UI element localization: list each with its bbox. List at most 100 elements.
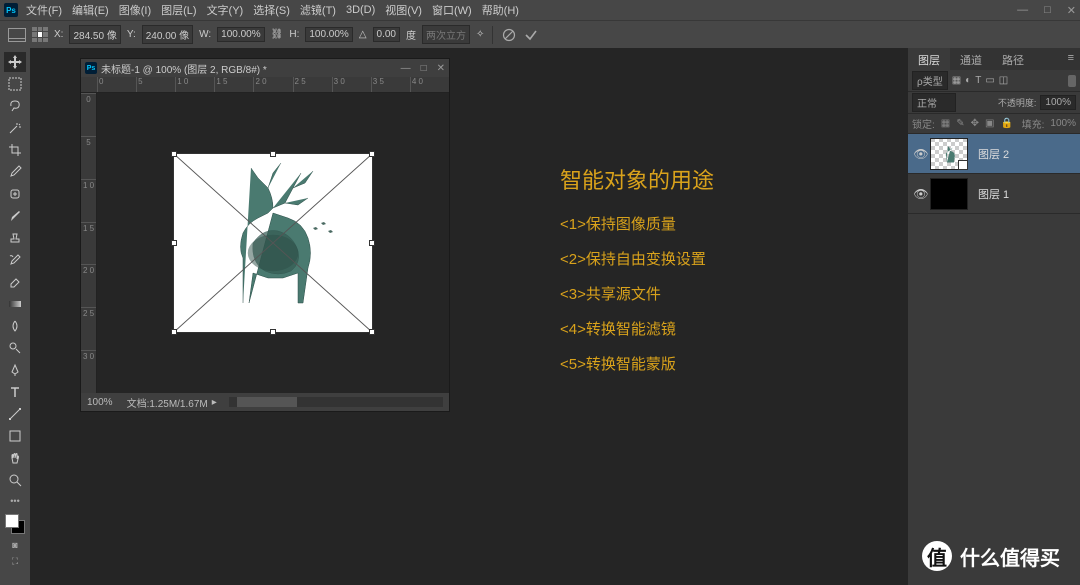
path-tool[interactable] (4, 404, 26, 424)
filter-smart-icon[interactable]: ◫ (999, 75, 1008, 86)
menu-3d[interactable]: 3D(D) (346, 4, 375, 16)
layer-thumbnail[interactable] (930, 138, 968, 170)
brush-tool[interactable] (4, 206, 26, 226)
menu-file[interactable]: 文件(F) (26, 2, 62, 18)
interpolation-select[interactable]: 两次立方 (422, 25, 470, 44)
layer-filter-select[interactable]: ρ类型 (912, 71, 948, 90)
y-input[interactable]: 240.00 像 (142, 25, 193, 44)
marquee-tool[interactable] (4, 74, 26, 94)
warp-icon[interactable]: ✧ (476, 29, 484, 40)
w-input[interactable]: 100.00% (217, 27, 264, 42)
panel-menu-icon[interactable]: ≡ (1062, 48, 1080, 70)
menu-help[interactable]: 帮助(H) (482, 2, 519, 18)
artwork-image[interactable] (173, 153, 373, 333)
filter-toggle[interactable] (1068, 75, 1076, 87)
move-tool[interactable] (4, 52, 26, 72)
menu-image[interactable]: 图像(I) (119, 2, 151, 18)
h-input[interactable]: 100.00% (305, 27, 352, 42)
document-titlebar[interactable]: Ps 未标题-1 @ 100% (图层 2, RGB/8#) * — □ ✕ (81, 59, 449, 77)
shape-tool[interactable] (4, 426, 26, 446)
tab-layers[interactable]: 图层 (908, 48, 950, 70)
menu-edit[interactable]: 编辑(E) (72, 2, 109, 18)
layer-row[interactable]: 👁 图层 2 (908, 134, 1080, 174)
horizontal-scrollbar[interactable] (229, 397, 443, 407)
lock-artboard-icon[interactable]: ▣ (985, 118, 994, 129)
tab-channels[interactable]: 通道 (950, 48, 992, 70)
visibility-icon[interactable]: 👁 (912, 147, 930, 161)
filter-type-icon[interactable]: T (975, 75, 981, 86)
options-bar: X: 284.50 像 Y: 240.00 像 W: 100.00% ⛓ H: … (0, 20, 1080, 48)
visibility-icon[interactable]: 👁 (912, 187, 930, 201)
color-swatches[interactable] (5, 514, 25, 534)
quick-mask-icon[interactable]: ◙ (12, 540, 17, 550)
window-maximize-icon[interactable]: □ (1044, 4, 1051, 17)
stamp-tool[interactable] (4, 228, 26, 248)
lasso-tool[interactable] (4, 96, 26, 116)
history-brush-tool[interactable] (4, 250, 26, 270)
x-input[interactable]: 284.50 像 (69, 25, 120, 44)
window-close-icon[interactable]: ✕ (1067, 4, 1076, 17)
layer-name[interactable]: 图层 2 (978, 146, 1009, 162)
lock-pixels-icon[interactable]: ▦ (941, 118, 950, 129)
magic-wand-tool[interactable] (4, 118, 26, 138)
y-label: Y: (127, 29, 136, 40)
pen-tool[interactable] (4, 360, 26, 380)
crop-tool[interactable] (4, 140, 26, 160)
layer-thumbnail[interactable] (930, 178, 968, 210)
blend-mode-select[interactable]: 正常 (912, 93, 956, 112)
eyedropper-tool[interactable] (4, 162, 26, 182)
reference-point-icon[interactable] (32, 27, 48, 43)
filter-image-icon[interactable]: ▦ (952, 75, 961, 86)
blur-tool[interactable] (4, 316, 26, 336)
layer-name[interactable]: 图层 1 (978, 186, 1009, 202)
doc-close-icon[interactable]: ✕ (437, 63, 445, 74)
lock-all-icon[interactable]: 🔒 (1000, 118, 1012, 129)
cancel-icon[interactable] (501, 27, 517, 43)
menu-type[interactable]: 文字(Y) (207, 2, 244, 18)
layer-row[interactable]: 👁 图层 1 (908, 174, 1080, 214)
chevron-right-icon[interactable]: ▸ (212, 397, 217, 408)
transform-handle[interactable] (369, 240, 375, 246)
gradient-tool[interactable] (4, 294, 26, 314)
tab-paths[interactable]: 路径 (992, 48, 1034, 70)
watermark: 值 什么值得买 (922, 541, 1060, 571)
menu-layer[interactable]: 图层(L) (161, 2, 196, 18)
degree-label: 度 (406, 27, 416, 42)
transform-bounding-box[interactable] (173, 153, 373, 333)
lock-brush-icon[interactable]: ✎ (956, 118, 964, 129)
filter-shape-icon[interactable]: ▭ (985, 75, 994, 86)
menu-view[interactable]: 视图(V) (385, 2, 422, 18)
fill-input[interactable]: 100% (1050, 118, 1076, 129)
menu-window[interactable]: 窗口(W) (432, 2, 472, 18)
transform-handle[interactable] (171, 151, 177, 157)
opacity-input[interactable]: 100% (1040, 95, 1076, 110)
eraser-tool[interactable] (4, 272, 26, 292)
transform-handle[interactable] (171, 240, 177, 246)
angle-input[interactable]: 0.00 (373, 27, 400, 42)
opacity-label: 不透明度: (998, 96, 1037, 109)
transform-handle[interactable] (369, 329, 375, 335)
window-minimize-icon[interactable]: — (1017, 4, 1028, 17)
dodge-tool[interactable] (4, 338, 26, 358)
transform-handle[interactable] (270, 329, 276, 335)
toolbar-more-icon[interactable]: ••• (10, 496, 19, 506)
transform-handle[interactable] (369, 151, 375, 157)
doc-maximize-icon[interactable]: □ (421, 63, 427, 74)
hand-tool[interactable] (4, 448, 26, 468)
zoom-tool[interactable] (4, 470, 26, 490)
canvas[interactable] (97, 93, 449, 393)
lock-position-icon[interactable]: ✥ (971, 118, 979, 129)
zoom-level[interactable]: 100% (87, 397, 113, 408)
doc-minimize-icon[interactable]: — (401, 63, 411, 74)
healing-tool[interactable] (4, 184, 26, 204)
link-icon[interactable]: ⛓ (271, 29, 284, 40)
screen-mode-icon[interactable]: ⛶ (12, 556, 18, 567)
filter-adjust-icon[interactable]: ◐ (965, 75, 971, 86)
menu-filter[interactable]: 滤镜(T) (300, 2, 336, 18)
document-statusbar: 100% 文档:1.25M/1.67M ▸ (81, 393, 449, 411)
type-tool[interactable] (4, 382, 26, 402)
commit-icon[interactable] (523, 27, 539, 43)
menu-select[interactable]: 选择(S) (253, 2, 290, 18)
transform-handle[interactable] (270, 151, 276, 157)
transform-handle[interactable] (171, 329, 177, 335)
